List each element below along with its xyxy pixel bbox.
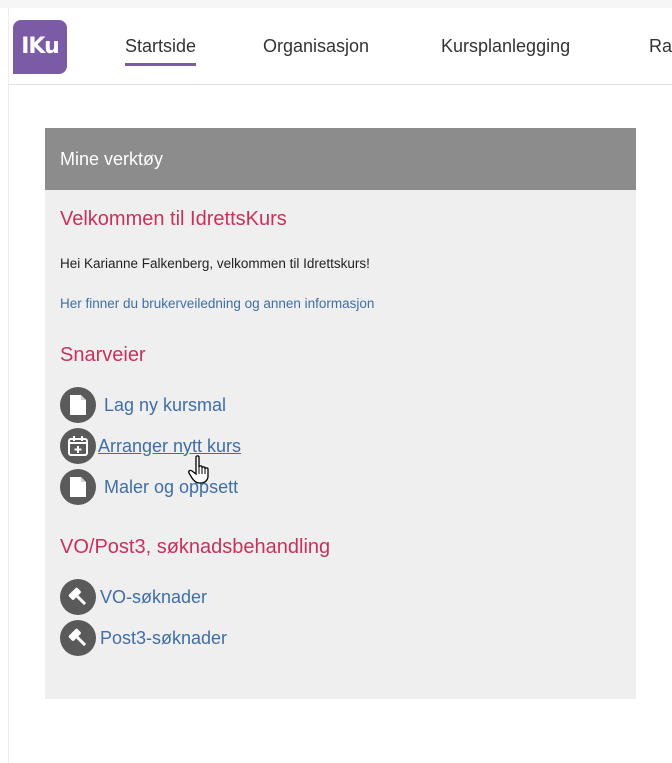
browser-top-strip [0, 0, 672, 8]
shortcut-new-course-template[interactable]: Lag ny kursmal [60, 387, 226, 423]
shortcut-label: Arranger nytt kurs [98, 435, 242, 456]
application-label: VO-søknader [100, 586, 208, 607]
gavel-icon [60, 620, 96, 656]
nav-item-organisasjon[interactable]: Organisasjon [263, 36, 369, 63]
welcome-heading: Velkommen til IdrettsKurs [60, 208, 287, 230]
shortcut-label: Maler og oppsett [104, 476, 239, 497]
greeting-text: Hei Karianne Falkenberg, velkommen til I… [60, 256, 370, 271]
application-label: Post3-søknader [100, 627, 228, 648]
application-vo[interactable]: VO-søknader [60, 579, 207, 615]
hand-cursor-icon [188, 455, 209, 484]
panel-title: Mine verktøy [45, 128, 636, 190]
app-logo[interactable]: IKu [13, 20, 67, 74]
my-tools-panel: Mine verktøy Velkommen til IdrettsKurs H… [45, 128, 636, 699]
shortcut-label: Lag ny kursmal [104, 394, 227, 415]
nav-item-startside[interactable]: Startside [125, 36, 197, 66]
top-header: IKu Startside Organisasjon Kursplanleggi… [8, 8, 672, 85]
content-left-border [8, 84, 9, 763]
shortcuts-heading: Snarveier [60, 344, 146, 366]
gavel-icon [60, 579, 96, 615]
document-icon [60, 387, 96, 423]
calendar-add-icon [60, 428, 96, 464]
shortcut-arrange-new-course[interactable]: Arranger nytt kurs [60, 428, 241, 464]
application-post3[interactable]: Post3-søknader [60, 620, 227, 656]
document-icon [60, 469, 96, 505]
nav-item-kursplanlegging[interactable]: Kursplanlegging [441, 36, 570, 63]
applications-heading: VO/Post3, søknadsbehandling [60, 536, 331, 558]
nav-item-rapporter[interactable]: Rap [649, 36, 672, 63]
user-guide-link[interactable]: Her finner du brukerveiledning og annen … [60, 296, 374, 311]
